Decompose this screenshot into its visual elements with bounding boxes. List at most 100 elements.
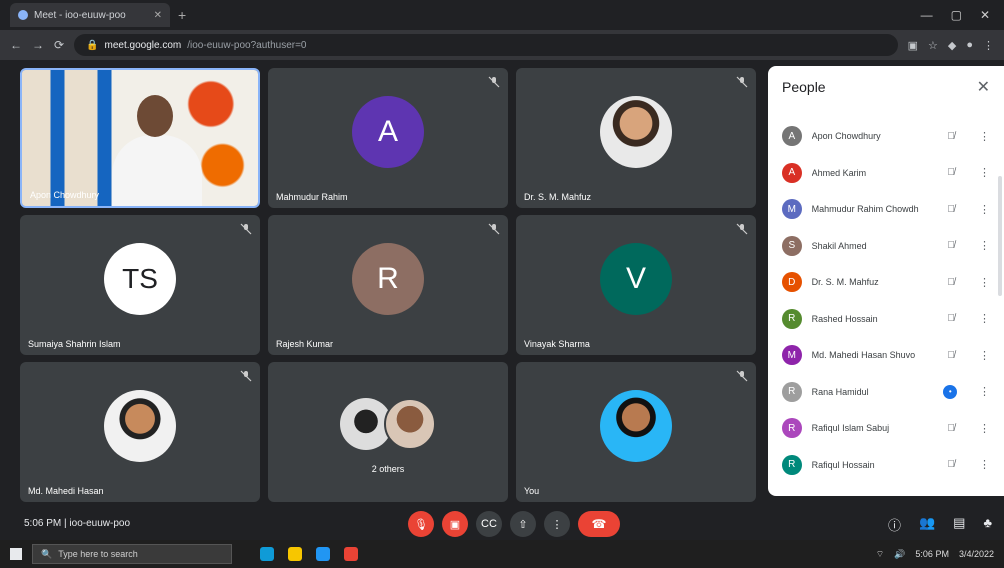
- maximize-icon[interactable]: ▢: [951, 8, 962, 22]
- store-icon[interactable]: [316, 547, 330, 561]
- mic-toggle-button[interactable]: 🎙: [408, 511, 434, 537]
- participant-tile[interactable]: You: [516, 362, 756, 502]
- more-options-icon[interactable]: ⋮: [979, 385, 990, 398]
- person-name: Dr. S. M. Mahfuz: [811, 277, 879, 288]
- info-icon[interactable]: ⓘ: [888, 515, 901, 534]
- active-mic-icon: •: [943, 384, 959, 399]
- edge-icon[interactable]: [260, 547, 274, 561]
- start-icon[interactable]: [10, 548, 22, 560]
- person-name: Mahmudur Rahim Chowdhury: [811, 204, 920, 215]
- more-options-icon[interactable]: ⋮: [979, 422, 990, 435]
- mic-off-icon: [736, 370, 748, 382]
- more-options-icon[interactable]: ⋮: [979, 276, 990, 289]
- close-icon[interactable]: ✕: [154, 10, 162, 21]
- people-panel: People ✕ A Apon Chowdhury 🎙̸ ⋮ A Ahmed K…: [768, 66, 1004, 496]
- address-bar[interactable]: 🔒 meet.google.com /ioo-euuw-poo?authuser…: [74, 34, 898, 56]
- mic-off-icon: 🎙̸: [947, 130, 955, 142]
- meeting-controls-bar: 5:06 PM | ioo-euuw-poo 🎙 ▣ CC ⇧ ⋮ ☎ ⓘ 👥 …: [0, 508, 1004, 538]
- new-tab-icon[interactable]: +: [178, 7, 186, 23]
- camera-video: [22, 70, 258, 206]
- participant-tile[interactable]: V Vinayak Sharma: [516, 215, 756, 355]
- clock-date: 3/4/2022: [958, 549, 994, 559]
- list-item[interactable]: M Md. Mahedi Hasan Shuvo 🎙̸ ⋮: [768, 337, 1004, 374]
- participant-tile[interactable]: 2 others: [268, 362, 508, 502]
- minimize-icon[interactable]: —: [921, 8, 933, 22]
- bookmark-icon[interactable]: ☆: [928, 39, 938, 52]
- windows-taskbar: 🔍 Type here to search ⌔ 🔊 5:06 PM 3/4/20…: [0, 540, 1004, 568]
- avatar-initials: V: [600, 243, 672, 316]
- volume-icon[interactable]: 🔊: [894, 549, 905, 560]
- mic-off-icon: [240, 223, 252, 235]
- meeting-code: ioo-euuw-poo: [69, 518, 131, 529]
- extension-icon[interactable]: ◆: [948, 39, 956, 52]
- browser-tab[interactable]: Meet - ioo-euuw-poo ✕: [10, 3, 170, 27]
- avatar: M: [782, 199, 802, 220]
- participant-tile[interactable]: TS Sumaiya Shahrin Islam: [20, 215, 260, 355]
- participant-tile[interactable]: A Mahmudur Rahim: [268, 68, 508, 208]
- more-options-icon[interactable]: ⋮: [979, 349, 990, 362]
- list-item[interactable]: R Rana Hamidul • ⋮: [768, 374, 1004, 411]
- mic-off-icon: 🎙̸: [947, 349, 955, 361]
- tab-title: Meet - ioo-euuw-poo: [34, 9, 126, 21]
- more-options-icon[interactable]: ⋮: [979, 130, 990, 143]
- clock-time: 5:06 PM: [915, 549, 949, 559]
- captions-button[interactable]: CC: [476, 511, 502, 537]
- leave-call-button[interactable]: ☎: [578, 511, 620, 537]
- window-controls: — ▢ ✕: [921, 8, 1004, 22]
- person-name: Rashed Hossain: [811, 313, 878, 324]
- chrome-icon[interactable]: [344, 547, 358, 561]
- meeting-time: 5:06 PM: [24, 518, 62, 529]
- participant-tile[interactable]: R Rajesh Kumar: [268, 215, 508, 355]
- more-options-button[interactable]: ⋮: [544, 511, 570, 537]
- more-options-icon[interactable]: ⋮: [979, 166, 990, 179]
- list-item[interactable]: S Shakil Ahmed 🎙̸ ⋮: [768, 228, 1004, 265]
- chat-icon[interactable]: ▤: [953, 515, 965, 534]
- participant-name: Sumaiya Shahrin Islam: [28, 339, 121, 349]
- list-item[interactable]: M Mahmudur Rahim Chowdhury 🎙̸ ⋮: [768, 191, 1004, 228]
- participant-name: You: [524, 486, 540, 496]
- forward-icon[interactable]: →: [32, 38, 44, 52]
- list-item[interactable]: A Apon Chowdhury 🎙̸ ⋮: [768, 118, 1004, 155]
- meeting-info: 5:06 PM | ioo-euuw-poo: [24, 518, 130, 529]
- mic-off-icon: 🎙̸: [947, 313, 955, 325]
- person-name: Md. Mahedi Hasan Shuvo: [811, 350, 916, 361]
- avatar: A: [782, 162, 802, 183]
- profile-icon[interactable]: ●: [966, 39, 973, 52]
- menu-dots-icon[interactable]: ⋮: [983, 39, 994, 52]
- more-options-icon[interactable]: ⋮: [979, 312, 990, 325]
- avatar-photo: [600, 390, 672, 463]
- list-item[interactable]: R Rafiqul Hossain 🎙̸ ⋮: [768, 447, 1004, 484]
- list-item[interactable]: A Ahmed Karim 🎙̸ ⋮: [768, 155, 1004, 192]
- taskbar-search[interactable]: 🔍 Type here to search: [32, 544, 232, 564]
- browser-tab-strip: Meet - ioo-euuw-poo ✕ + — ▢ ✕: [0, 0, 1004, 30]
- people-icon[interactable]: 👥: [919, 515, 935, 534]
- list-item[interactable]: D Dr. S. M. Mahfuz 🎙̸ ⋮: [768, 264, 1004, 301]
- person-name: Rafiqul Hossain: [811, 459, 875, 470]
- more-options-icon[interactable]: ⋮: [979, 239, 990, 252]
- close-icon[interactable]: ✕: [977, 77, 990, 97]
- meeting-separator: |: [64, 518, 67, 529]
- activities-icon[interactable]: ♣: [983, 515, 992, 534]
- list-item[interactable]: R Rafiqul Islam Sabuj 🎙̸ ⋮: [768, 410, 1004, 447]
- speaker-head: [137, 95, 173, 137]
- camera-toggle-button[interactable]: ▣: [442, 511, 468, 537]
- mic-off-icon: 🎙̸: [947, 459, 955, 471]
- back-icon[interactable]: ←: [10, 38, 22, 52]
- mic-off-icon: 🎙̸: [947, 167, 955, 179]
- participant-tile[interactable]: Md. Mahedi Hasan: [20, 362, 260, 502]
- more-options-icon[interactable]: ⋮: [979, 458, 990, 471]
- speaker-body: [112, 135, 202, 206]
- scrollbar[interactable]: [998, 176, 1002, 296]
- avatar-photo: [600, 96, 672, 169]
- avatar: R: [782, 454, 802, 475]
- more-options-icon[interactable]: ⋮: [979, 203, 990, 216]
- close-window-icon[interactable]: ✕: [980, 8, 990, 22]
- camera-icon[interactable]: ▣: [908, 39, 918, 52]
- participant-tile[interactable]: Dr. S. M. Mahfuz: [516, 68, 756, 208]
- file-explorer-icon[interactable]: [288, 547, 302, 561]
- list-item[interactable]: R Rashed Hossain 🎙̸ ⋮: [768, 301, 1004, 338]
- reload-icon[interactable]: ⟳: [54, 38, 64, 52]
- present-button[interactable]: ⇧: [510, 511, 536, 537]
- wifi-icon[interactable]: ⌔: [876, 549, 884, 560]
- participant-tile[interactable]: Apon Chowdhury: [20, 68, 260, 208]
